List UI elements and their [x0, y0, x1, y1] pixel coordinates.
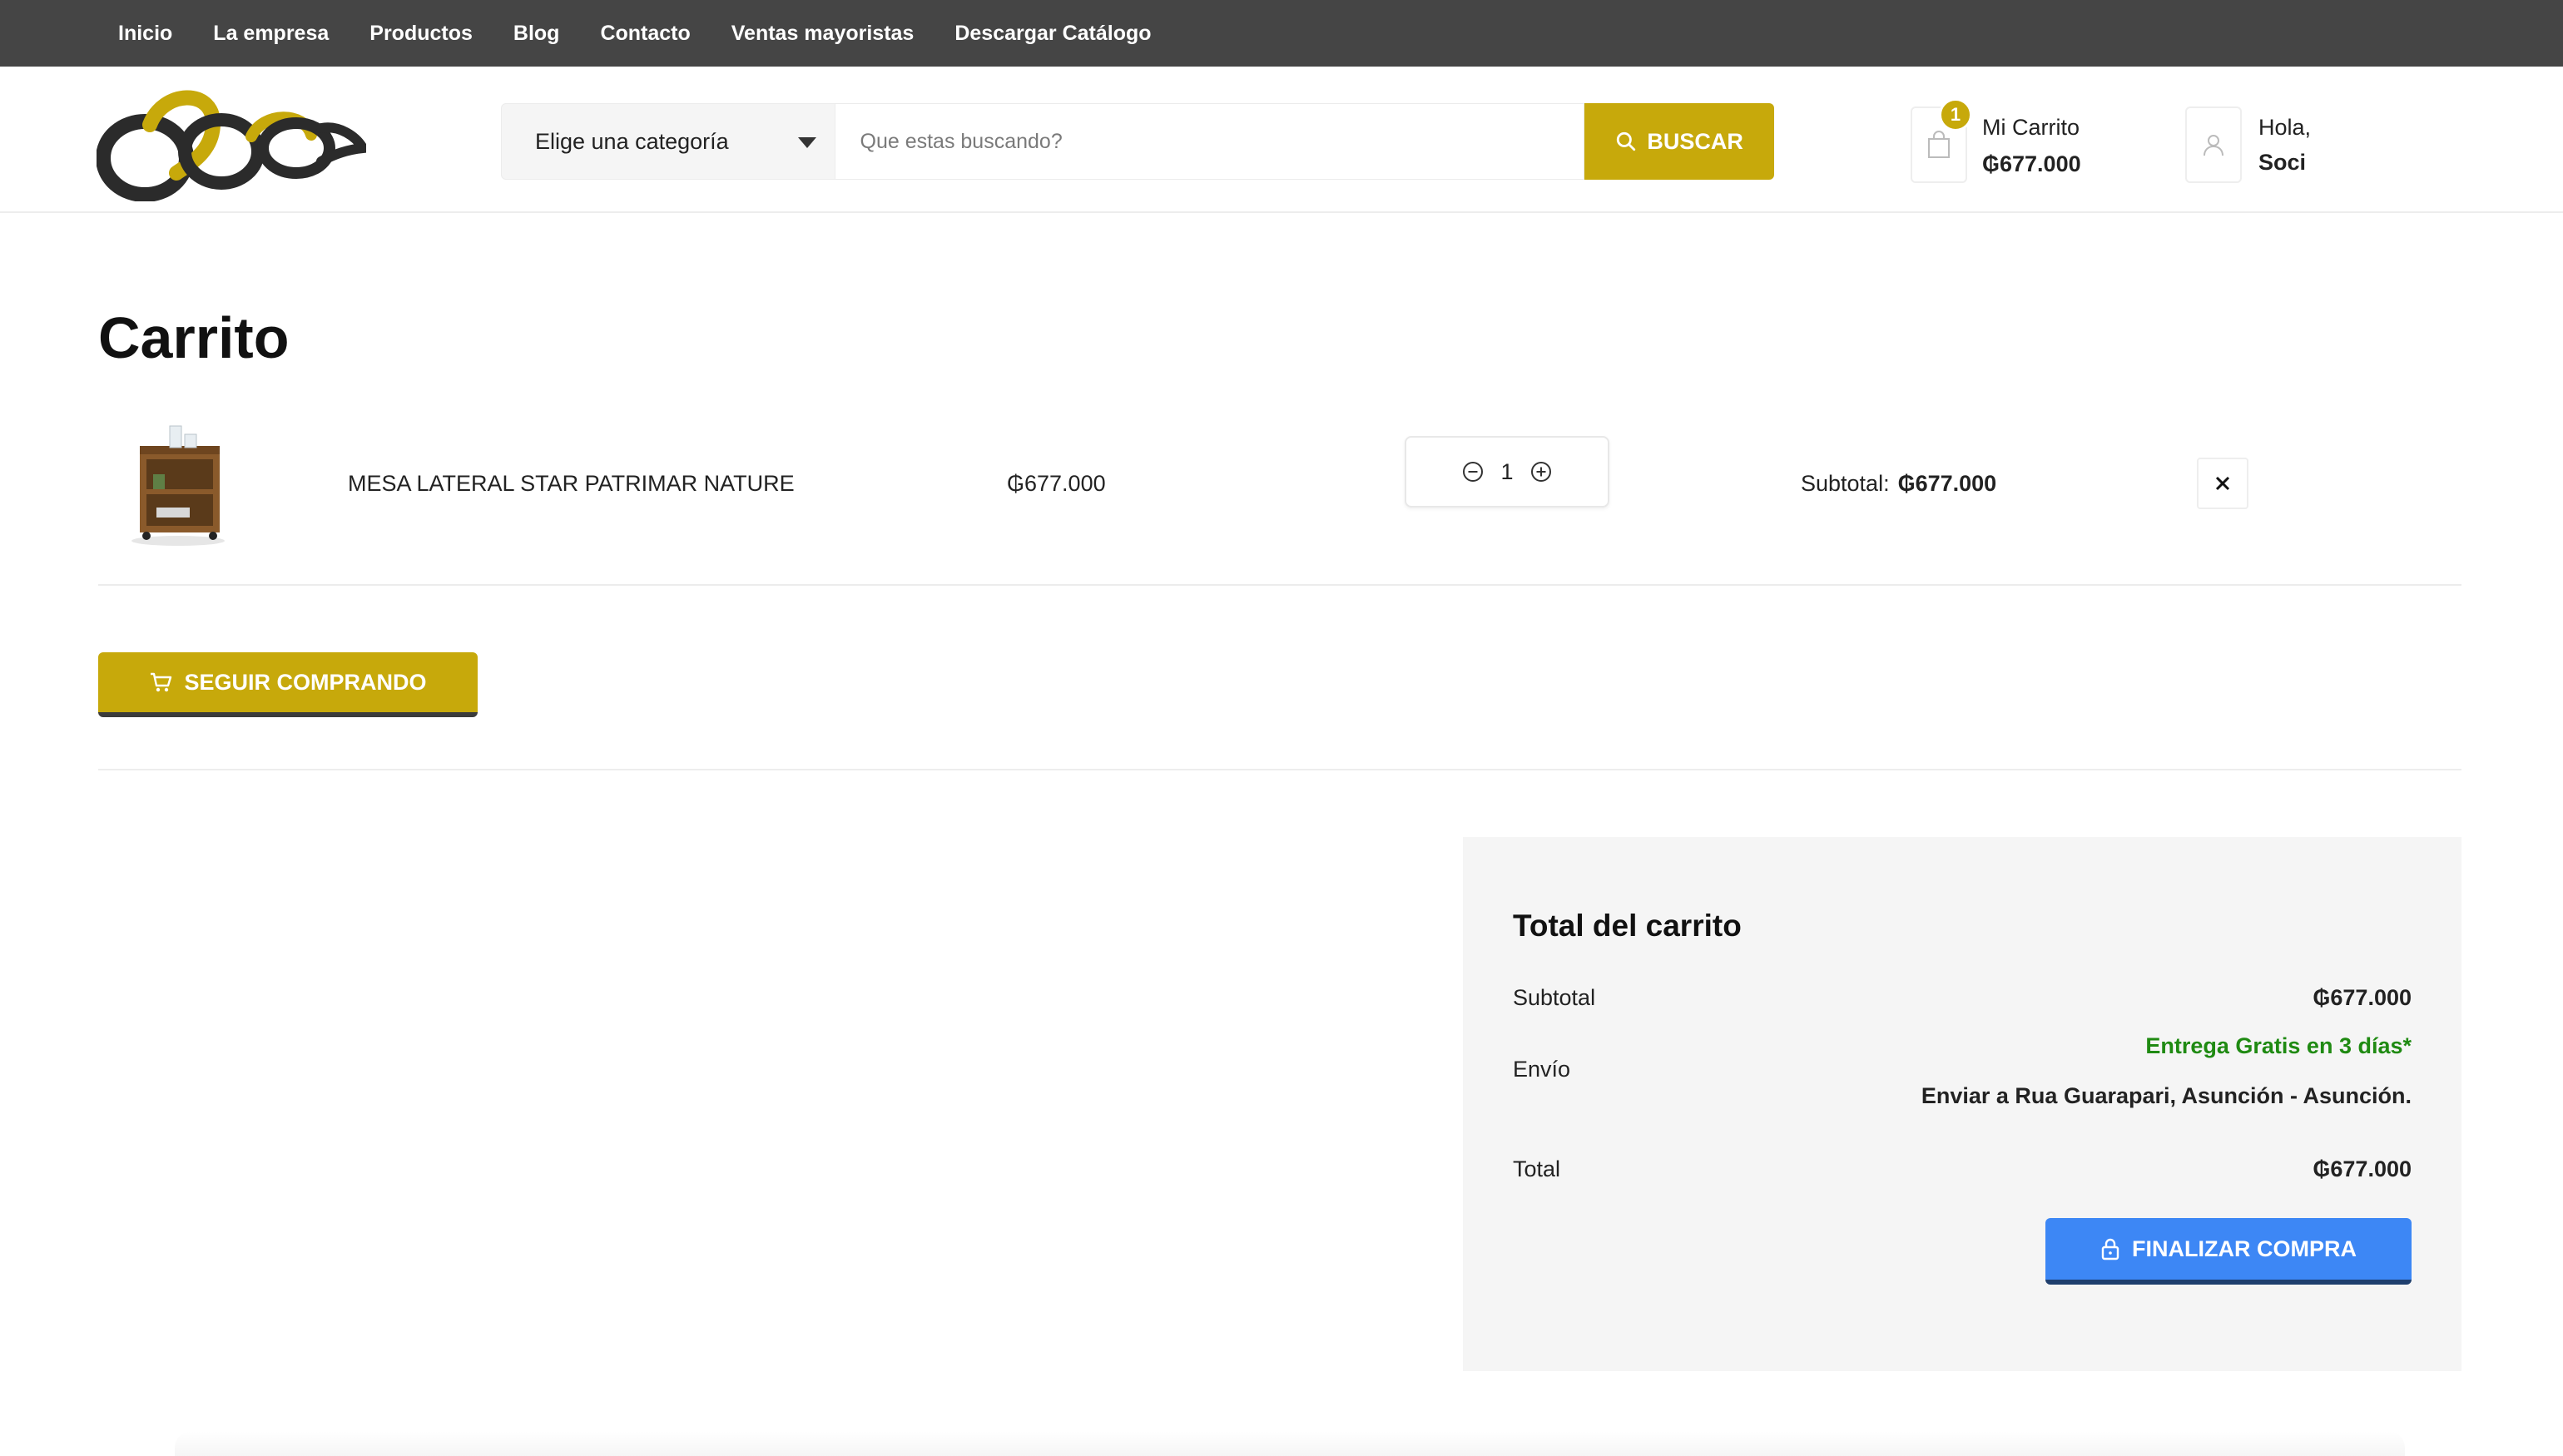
caret-down-icon [797, 137, 816, 148]
search-button-label: BUSCAR [1647, 128, 1743, 154]
category-select[interactable]: Elige una categoría [501, 103, 835, 180]
row-subtotal-label: Subtotal: [1801, 471, 1890, 496]
shopping-bag-icon [1928, 131, 1950, 158]
plus-circle-icon[interactable] [1529, 459, 1554, 484]
search-icon [1617, 131, 1636, 151]
remove-item-button[interactable] [2197, 458, 2248, 509]
user-icon-box [2185, 106, 2242, 183]
free-shipping-text: Entrega Gratis en 3 días* [2145, 1033, 2412, 1058]
cart-icon [151, 672, 172, 692]
section-divider [98, 769, 2461, 770]
quantity-stepper: 1 [1405, 436, 1609, 508]
page-title: Carrito [98, 305, 290, 370]
shipping-label: Envío [1513, 1057, 1571, 1082]
cart-total: ₲677.000 [1982, 151, 2081, 176]
nav-item-inicio[interactable]: Inicio [118, 22, 172, 46]
continue-shopping-label: SEGUIR COMPRANDO [184, 669, 427, 695]
checkout-button-label: FINALIZAR COMPRA [2132, 1236, 2357, 1261]
checkout-button[interactable]: FINALIZAR COMPRA [2045, 1218, 2412, 1285]
category-select-label: Elige una categoría [535, 128, 729, 154]
nav-item-descargar-catalogo[interactable]: Descargar Catálogo [954, 22, 1151, 46]
search-input[interactable] [835, 103, 1585, 180]
cart-count-badge: 1 [1939, 98, 1972, 131]
cart-totals-title: Total del carrito [1513, 909, 1742, 943]
cart-label: Mi Carrito [1982, 115, 2080, 140]
total-label: Total [1513, 1156, 1561, 1181]
cart-item-row: MESA LATERAL STAR PATRIMAR NATURE ₲677.0… [98, 399, 2461, 586]
subtotal-value: ₲677.000 [2313, 985, 2412, 1010]
site-header: Elige una categoría BUSCAR 1 Mi Carrito … [0, 67, 2563, 213]
row-subtotal: Subtotal: ₲677.000 [1801, 471, 1996, 497]
product-name[interactable]: MESA LATERAL STAR PATRIMAR NATURE [348, 471, 795, 497]
user-name: Soci [2258, 150, 2307, 175]
row-subtotal-value: ₲677.000 [1897, 471, 1997, 496]
cart-totals-panel: Total del carrito Subtotal ₲677.000 Entr… [1463, 837, 2461, 1371]
site-logo[interactable] [97, 82, 366, 201]
continue-shopping-button[interactable]: SEGUIR COMPRANDO [98, 652, 478, 717]
nav-item-blog[interactable]: Blog [513, 22, 560, 46]
search-bar: Elige una categoría BUSCAR [501, 103, 1774, 180]
product-thumbnail[interactable] [123, 408, 230, 549]
top-nav: Inicio La empresa Productos Blog Contact… [0, 0, 2563, 67]
shipping-address: Enviar a Rua Guarapari, Asunción - Asunc… [1921, 1083, 2412, 1108]
lock-icon [2101, 1238, 2119, 1260]
nav-item-la-empresa[interactable]: La empresa [213, 22, 329, 46]
minus-circle-icon[interactable] [1460, 459, 1485, 484]
quantity-value[interactable]: 1 [1485, 459, 1529, 485]
product-price: ₲677.000 [1007, 471, 1106, 496]
footer-edge [175, 1431, 2405, 1456]
user-greeting: Hola, [2258, 115, 2312, 140]
search-button[interactable]: BUSCAR [1584, 103, 1774, 180]
nav-item-ventas-mayoristas[interactable]: Ventas mayoristas [731, 22, 915, 46]
total-value: ₲677.000 [2313, 1156, 2412, 1181]
subtotal-label: Subtotal [1513, 985, 1596, 1010]
user-account[interactable]: Hola, Soci [2185, 103, 2385, 183]
nav-item-productos[interactable]: Productos [369, 22, 473, 46]
close-icon [2215, 476, 2230, 491]
nav-item-contacto[interactable]: Contacto [600, 22, 690, 46]
user-icon [2204, 135, 2223, 156]
mini-cart[interactable]: 1 Mi Carrito ₲677.000 [1911, 98, 2127, 183]
